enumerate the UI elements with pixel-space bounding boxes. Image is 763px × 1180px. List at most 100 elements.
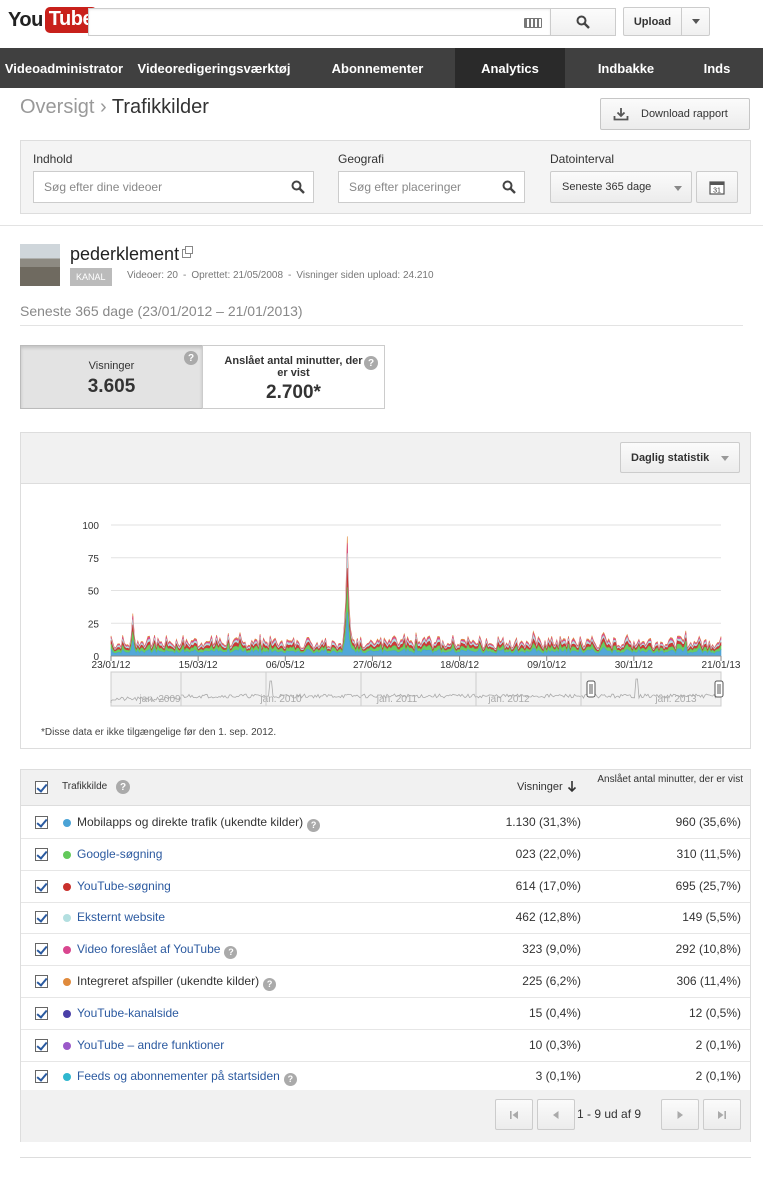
row-checkbox[interactable] <box>35 1070 48 1084</box>
sort-down-icon[interactable] <box>567 780 577 793</box>
content-search-input[interactable]: Søg efter dine videoer <box>33 171 314 203</box>
tab-indbakke[interactable]: Indbakke <box>565 48 687 88</box>
traffic-source-name: Mobilapps og direkte trafik (ukendte kil… <box>77 815 304 829</box>
channel-thumbnail[interactable] <box>20 244 60 286</box>
youtube-logo[interactable]: You Tube <box>8 6 98 34</box>
breadcrumb: Oversigt › Trafikkilder <box>20 96 209 119</box>
row-checkbox[interactable] <box>35 1038 48 1052</box>
content-filter-label: Indhold <box>33 152 73 166</box>
help-icon[interactable]: ? <box>307 818 321 832</box>
table-row[interactable]: YouTube-søgning 614 (17,0%) 695 (25,7%) <box>21 871 750 903</box>
minutes-cell: 2 (0,1%) <box>695 1037 741 1052</box>
traffic-source-label[interactable]: YouTube – andre funktioner <box>77 1038 224 1052</box>
column-header-source[interactable]: Trafikkilde <box>62 781 107 792</box>
table-row[interactable]: YouTube-kanalside 15 (0,4%) 12 (0,5%) <box>21 998 750 1030</box>
last-page-button[interactable] <box>703 1099 741 1130</box>
divider <box>20 325 743 326</box>
row-checkbox[interactable] <box>35 816 48 829</box>
first-page-button[interactable] <box>495 1099 533 1130</box>
external-link-icon[interactable] <box>182 246 194 258</box>
navigator-year-label: jan. 2009 <box>138 694 181 705</box>
navigator-handle[interactable] <box>586 680 596 698</box>
column-header-minutes[interactable]: Anslået antal minutter, der er vist <box>593 774 743 786</box>
y-tick-label: 100 <box>82 521 99 532</box>
row-checkbox[interactable] <box>35 943 48 957</box>
help-icon[interactable]: ? <box>184 351 198 365</box>
geo-search-input[interactable]: Søg efter placeringer <box>338 171 525 203</box>
table-row[interactable]: Feeds og abonnementer på startsiden? 3 (0… <box>21 1061 750 1094</box>
views-cell: 323 (9,0%) <box>522 942 581 957</box>
metric-tab-minutes[interactable]: Anslået antal minutter, der er vist 2.70… <box>202 345 385 409</box>
search-input[interactable] <box>88 8 551 36</box>
divider <box>20 1157 751 1158</box>
divider <box>0 225 763 226</box>
traffic-source-label[interactable]: Eksternt website <box>77 910 165 924</box>
table-row[interactable]: Video foreslået af YouTube? 323 (9,0%) 292… <box>21 934 750 967</box>
previous-page-button[interactable] <box>537 1099 575 1130</box>
navigator-year-label: jan. 2012 <box>487 694 530 705</box>
table-row[interactable]: Google-søgning 023 (22,0%) 310 (11,5%) <box>21 839 750 871</box>
channel-name-link[interactable]: pederklement <box>70 244 194 265</box>
channel-meta: Videoer: 20- Oprettet: 21/05/2008- Visning… <box>127 270 434 281</box>
upload-label: Upload <box>624 8 682 35</box>
traffic-source-label[interactable]: YouTube-kanalside <box>77 1006 179 1020</box>
series-area <box>110 536 722 651</box>
tab-indstillinger[interactable]: Inds <box>687 48 747 88</box>
row-checkbox[interactable] <box>35 1006 48 1020</box>
help-icon[interactable]: ? <box>263 977 277 991</box>
calendar-button[interactable]: 31 <box>696 171 738 203</box>
help-icon[interactable]: ? <box>364 356 378 370</box>
minutes-cell: 695 (25,7%) <box>675 878 741 893</box>
select-all-checkbox[interactable] <box>35 781 48 794</box>
metric-tab-views[interactable]: Visninger 3.605 ? <box>20 345 203 409</box>
upload-button[interactable]: Upload <box>623 7 710 36</box>
search-icon[interactable] <box>502 180 516 194</box>
search-icon[interactable] <box>291 180 305 194</box>
table-row[interactable]: YouTube – andre funktioner 10 (0,3%) 2 (0,… <box>21 1030 750 1062</box>
navigator-handle[interactable] <box>714 680 724 698</box>
traffic-chart[interactable]: 025507510023/01/12 15/03/12 06/05/12 27/06/… <box>21 485 750 720</box>
traffic-source-label[interactable]: Video foreslået af YouTube? <box>77 942 238 959</box>
granularity-select[interactable]: Daglig statistik <box>620 442 740 473</box>
column-header-views[interactable]: Visninger <box>517 781 563 793</box>
traffic-source-label[interactable]: Google-søgning <box>77 847 162 861</box>
geo-search-placeholder: Søg efter placeringer <box>349 180 462 194</box>
breadcrumb-parent[interactable]: Oversigt <box>20 96 94 118</box>
download-label: Download rapport <box>641 108 728 120</box>
page-title: Trafikkilder <box>111 96 209 118</box>
date-range-label: Datointerval <box>550 152 615 166</box>
tab-abonnementer[interactable]: Abonnementer <box>300 48 455 88</box>
upload-menu-button[interactable] <box>682 8 709 35</box>
chevron-down-icon <box>674 186 682 191</box>
keyboard-icon[interactable] <box>524 18 542 28</box>
metric-views-label: Visninger <box>88 360 135 372</box>
traffic-source-label[interactable]: Feeds og abonnementer på startsiden? <box>77 1069 297 1086</box>
tab-analytics[interactable]: Analytics <box>455 48 565 88</box>
next-page-button[interactable] <box>661 1099 699 1130</box>
download-report-button[interactable]: Download rapport <box>600 98 750 130</box>
views-cell: 614 (17,0%) <box>515 878 581 893</box>
download-icon <box>613 108 629 121</box>
help-icon[interactable]: ? <box>283 1072 297 1086</box>
date-range-select[interactable]: Seneste 365 dage <box>550 171 692 203</box>
traffic-source-label: Integreret afspiller (ukendte kilder)? <box>77 974 277 991</box>
row-checkbox[interactable] <box>35 879 48 893</box>
row-checkbox[interactable] <box>35 975 48 988</box>
search-button[interactable] <box>550 8 616 36</box>
chart-footnote: *Disse data er ikke tilgængelige før den… <box>41 727 277 738</box>
tab-videoadministrator[interactable]: Videoadministrator <box>0 48 128 88</box>
row-checkbox[interactable] <box>35 847 48 861</box>
help-icon[interactable]: ? <box>224 945 238 959</box>
geo-filter-label: Geografi <box>338 152 385 166</box>
table-row[interactable]: Mobilapps og direkte trafik (ukendte kil… <box>21 807 750 839</box>
minutes-cell: 12 (0,5%) <box>688 1005 741 1020</box>
table-row[interactable]: Eksternt website 462 (12,8%) 149 (5,5%) <box>21 902 750 935</box>
masthead: You Tube Upload <box>0 0 763 48</box>
row-checkbox[interactable] <box>35 911 48 925</box>
series-color-dot <box>63 946 71 955</box>
table-row[interactable]: Integreret afspiller (ukendte kilder)? 22… <box>21 966 750 998</box>
logo-you-text: You <box>8 8 43 31</box>
traffic-source-label[interactable]: YouTube-søgning <box>77 879 171 893</box>
tab-videoredigering[interactable]: Videoredigeringsværktøj <box>128 48 300 88</box>
help-icon[interactable]: ? <box>116 780 130 794</box>
